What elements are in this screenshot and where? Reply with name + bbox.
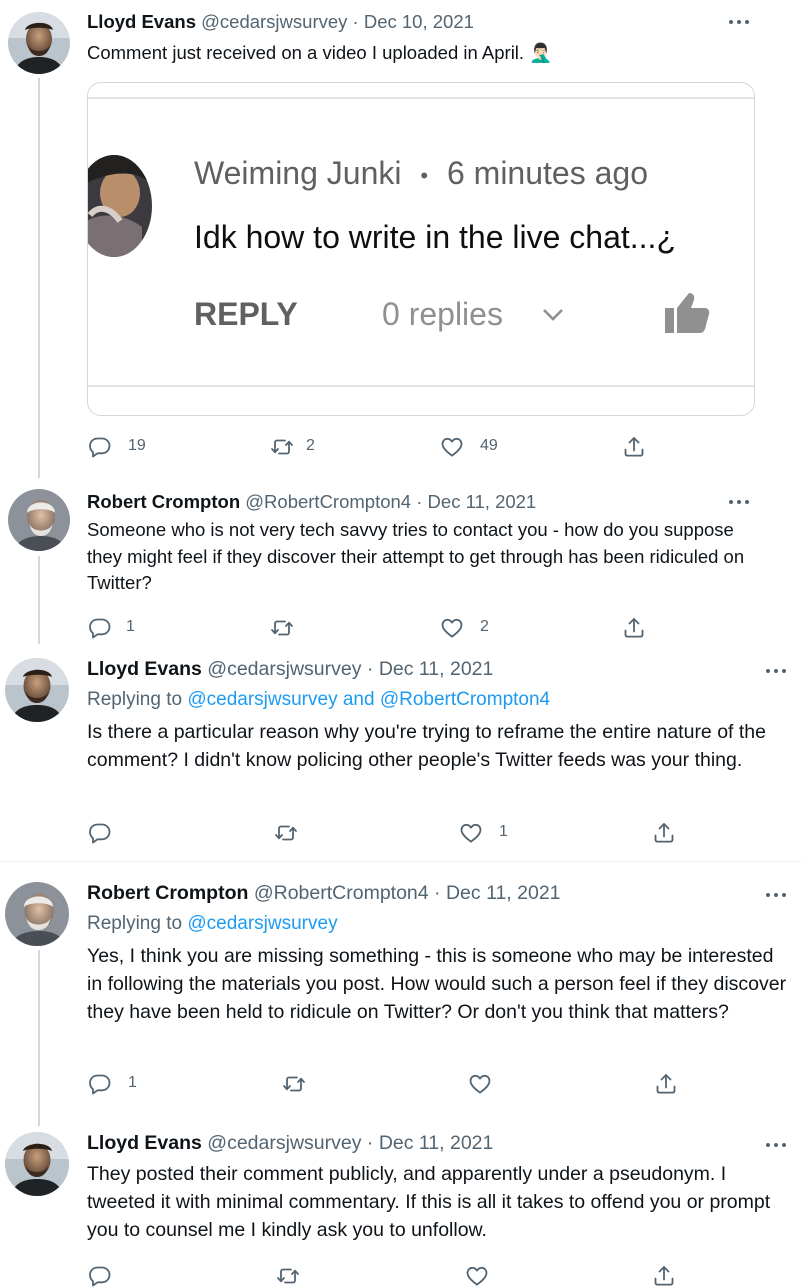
comment-time: 6 minutes ago <box>446 155 648 191</box>
author-handle[interactable]: @RobertCrompton4 <box>254 882 429 904</box>
chevron-down-icon <box>543 309 563 321</box>
like-count: 49 <box>480 437 498 454</box>
comment-meta: Weiming Junki • 6 minutes ago <box>194 155 648 192</box>
author-name[interactable]: Lloyd Evans <box>87 11 196 32</box>
tweet-date[interactable]: Dec 11, 2021 <box>379 658 494 680</box>
reply-count: 1 <box>126 618 135 635</box>
tweet-text: They posted their comment publicly, and … <box>87 1163 771 1241</box>
reply-count: 19 <box>128 437 146 454</box>
avatar[interactable] <box>8 12 70 74</box>
avatar[interactable] <box>8 489 70 551</box>
tweet-text: Comment just received on a video I uploa… <box>87 42 553 63</box>
divider <box>88 97 754 99</box>
thread-line <box>38 556 40 644</box>
thumbs-up-icon <box>665 293 710 333</box>
more-icon[interactable] <box>765 667 789 675</box>
author-name[interactable]: Lloyd Evans <box>87 658 202 680</box>
tweet-header: Robert Crompton @RobertCrompton4 · Dec 1… <box>87 882 561 905</box>
author-name[interactable]: Lloyd Evans <box>87 1132 202 1154</box>
tweet-header: Lloyd Evans @cedarsjwsurvey · Dec 11, 20… <box>87 1132 493 1155</box>
tweet-date[interactable]: Dec 11, 2021 <box>428 491 537 512</box>
avatar[interactable] <box>5 658 69 722</box>
media-image[interactable]: Weiming Junki • 6 minutes ago Idk how to… <box>87 82 755 416</box>
separator-dot: · <box>366 1132 374 1154</box>
tweet-text: Is there a particular reason why you're … <box>87 721 766 771</box>
tweet-date[interactable]: Dec 10, 2021 <box>364 11 474 32</box>
retweet-count: 2 <box>306 437 315 454</box>
author-name[interactable]: Robert Crompton <box>87 491 240 512</box>
more-icon[interactable] <box>728 498 752 506</box>
reply-count: 1 <box>128 1074 137 1091</box>
author-handle[interactable]: @RobertCrompton4 <box>245 491 411 512</box>
comment-text: Idk how to write in the live chat...¿ <box>194 219 676 255</box>
tweet-text: Yes, I think you are missing something -… <box>87 945 787 1023</box>
replying-to: Replying to @cedarsjwsurvey and @RobertC… <box>87 689 550 711</box>
more-icon[interactable] <box>765 891 789 899</box>
comment-replies-count: 0 replies <box>382 296 503 332</box>
author-name[interactable]: Robert Crompton <box>87 882 248 904</box>
comment-separator: • <box>420 162 429 188</box>
replying-to: Replying to @cedarsjwsurvey <box>87 913 338 935</box>
more-icon[interactable] <box>728 18 752 26</box>
replying-to-users[interactable]: @cedarsjwsurvey <box>187 913 337 934</box>
separator-dot: · <box>352 11 359 32</box>
tweet-text: Someone who is not very tech savvy tries… <box>87 519 745 593</box>
author-handle[interactable]: @cedarsjwsurvey <box>201 11 347 32</box>
more-icon[interactable] <box>765 1141 789 1149</box>
tweet-header: Robert Crompton @RobertCrompton4 · Dec 1… <box>87 491 536 513</box>
thread-line <box>38 78 40 478</box>
like-count: 1 <box>499 823 508 840</box>
divider <box>88 385 754 387</box>
thread-line <box>38 950 40 1126</box>
tweet-header: Lloyd Evans @cedarsjwsurvey · Dec 10, 20… <box>87 11 474 33</box>
avatar[interactable] <box>5 1132 69 1196</box>
tweet-date[interactable]: Dec 11, 2021 <box>379 1132 494 1154</box>
tweet-header: Lloyd Evans @cedarsjwsurvey · Dec 11, 20… <box>87 658 493 681</box>
replying-to-label: Replying to <box>87 913 183 934</box>
comment-reply-button: REPLY <box>194 296 298 332</box>
comment-author: Weiming Junki <box>194 155 402 191</box>
author-handle[interactable]: @cedarsjwsurvey <box>207 1132 361 1154</box>
separator-dot: · <box>416 491 423 512</box>
separator-dot: · <box>366 658 374 680</box>
divider <box>0 861 802 862</box>
separator-dot: · <box>434 882 441 904</box>
replying-to-label: Replying to <box>87 689 183 710</box>
like-count: 2 <box>480 618 489 635</box>
avatar[interactable] <box>5 882 69 946</box>
author-handle[interactable]: @cedarsjwsurvey <box>207 658 361 680</box>
replying-to-users[interactable]: @cedarsjwsurvey and @RobertCrompton4 <box>187 689 550 710</box>
tweet-date[interactable]: Dec 11, 2021 <box>446 882 561 904</box>
avatar <box>88 155 152 257</box>
